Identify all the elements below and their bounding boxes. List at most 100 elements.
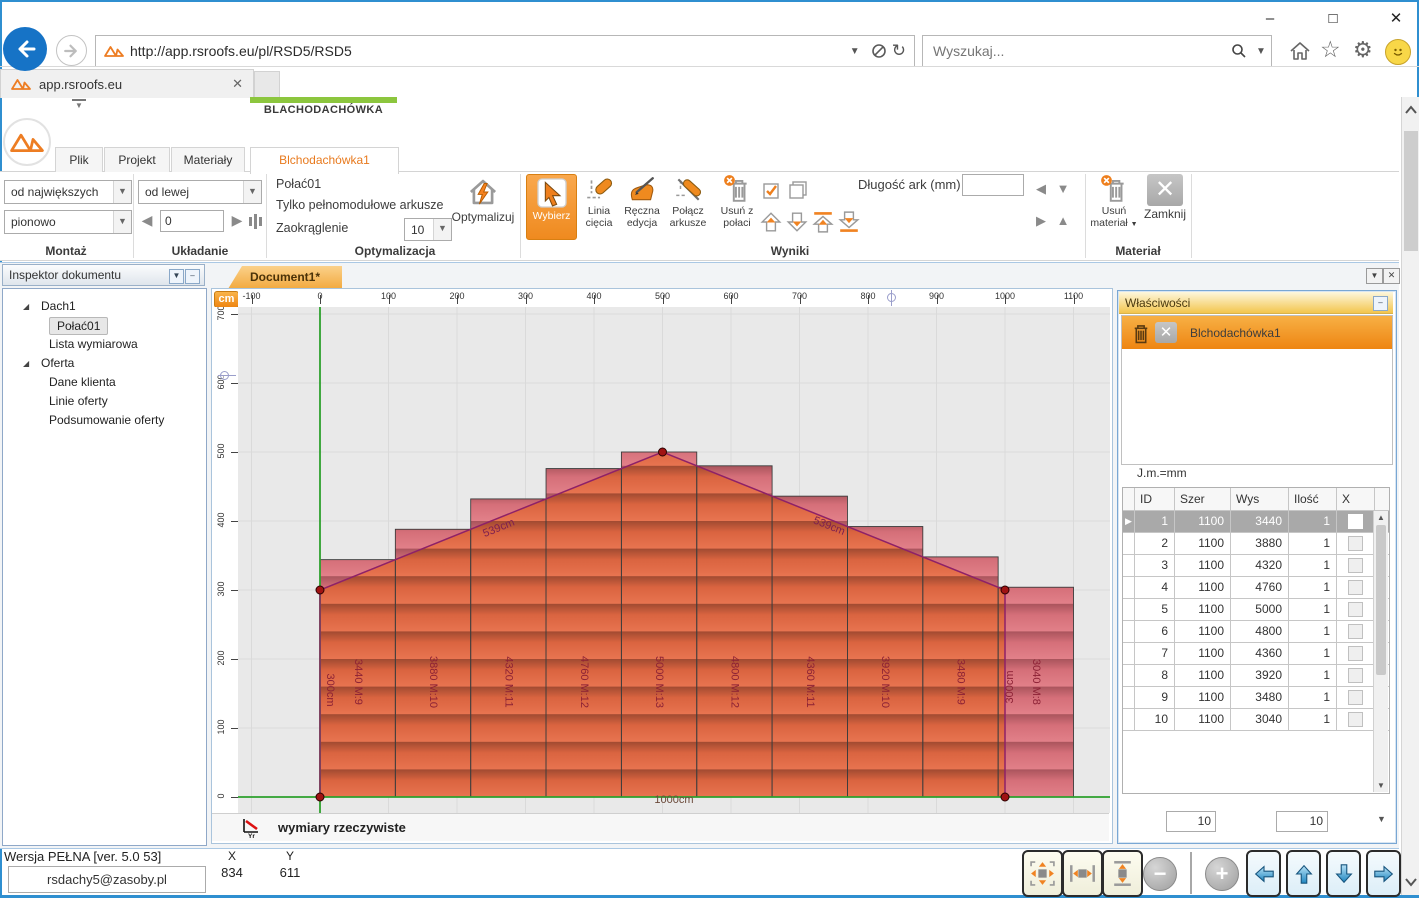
expander-icon[interactable]: ◢	[23, 354, 29, 373]
nudge-down-icon[interactable]: ▼	[1054, 180, 1072, 198]
tree-item-label[interactable]: Podsumowanie oferty	[49, 411, 164, 430]
table-row[interactable]: 3110043201	[1123, 555, 1389, 577]
window-maximize-icon[interactable]: □	[1318, 8, 1348, 30]
row-checkbox[interactable]	[1348, 668, 1363, 683]
stop-icon[interactable]	[871, 43, 887, 59]
ribbon-tab-materialy[interactable]: Materiały	[171, 147, 245, 173]
step-right-icon[interactable]: ▶	[228, 211, 246, 229]
table-row[interactable]: 5110050001	[1123, 599, 1389, 621]
cell-x[interactable]	[1337, 665, 1375, 686]
row-checkbox[interactable]	[1348, 514, 1363, 529]
cell-x[interactable]	[1337, 709, 1375, 730]
cell-x[interactable]	[1337, 511, 1375, 532]
footer-input-2[interactable]: 10	[1276, 811, 1328, 832]
pan-right-button[interactable]	[1366, 850, 1401, 897]
close-material-button[interactable]: ✕ Zamknij	[1140, 174, 1190, 240]
move-down-icon[interactable]	[786, 210, 808, 234]
row-checkbox[interactable]	[1348, 580, 1363, 595]
address-dropdown-icon[interactable]: ▼	[844, 46, 866, 57]
address-bar[interactable]: http://app.rsroofs.eu/pl/RSD5/RSD5 ▼ ↻	[95, 35, 915, 67]
sort-order-select[interactable]: od największych▼	[4, 180, 132, 204]
page-scrollbar[interactable]	[1401, 97, 1419, 895]
select-all-checkbox-icon[interactable]	[762, 180, 782, 200]
table-row[interactable]: 4110047601	[1123, 577, 1389, 599]
table-row[interactable]: ▶1110034401	[1123, 511, 1389, 533]
scrollbar-up-icon[interactable]	[1404, 105, 1418, 115]
cell-x[interactable]	[1337, 621, 1375, 642]
favorites-star-icon[interactable]: ☆	[1320, 36, 1341, 63]
tree-item-lista-wymiarowa[interactable]: Lista wymiarowa	[3, 335, 206, 354]
ribbon-tab-blchodachowka[interactable]: Blchodachówka1	[250, 147, 399, 174]
chevron-down-icon[interactable]: ▼	[113, 211, 131, 233]
row-checkbox[interactable]	[1348, 646, 1363, 661]
tree-item-dane-klienta[interactable]: Dane klienta	[3, 373, 206, 392]
roof-vertex-handle[interactable]	[659, 448, 667, 456]
properties-collapse-icon[interactable]: ‒	[1373, 296, 1388, 311]
tree-item-label[interactable]: Połać01	[49, 317, 108, 335]
roof-vertex-handle[interactable]	[316, 793, 324, 801]
browser-tab[interactable]: app.rsroofs.eu ✕	[0, 69, 254, 98]
document-menu-icon[interactable]: ▼	[1366, 268, 1383, 284]
scroll-down-icon[interactable]: ▼	[1374, 781, 1388, 790]
column-header-id[interactable]: ID	[1135, 488, 1175, 510]
cell-x[interactable]	[1337, 599, 1375, 620]
search-input[interactable]	[931, 42, 1231, 60]
remove-material-button[interactable]: Usuń materiał ▼	[1090, 174, 1138, 240]
row-checkbox[interactable]	[1348, 602, 1363, 617]
zoom-fit-height-button[interactable]	[1102, 850, 1143, 897]
column-header-ilość[interactable]: Ilość	[1289, 488, 1337, 510]
window-minimize-icon[interactable]: –	[1255, 8, 1285, 30]
tree-item-label[interactable]: Lista wymiarowa	[49, 335, 138, 354]
tree-item-podsumowanie-oferty[interactable]: Podsumowanie oferty	[3, 411, 206, 430]
tree-item-label[interactable]: Dach1	[41, 297, 76, 316]
cell-x[interactable]	[1337, 577, 1375, 598]
scroll-up-icon[interactable]: ▲	[1374, 513, 1388, 522]
table-row[interactable]: 8110039201	[1123, 665, 1389, 687]
row-checkbox[interactable]	[1348, 624, 1363, 639]
select-tool-button[interactable]: Wybierz	[526, 174, 577, 240]
roof-surface[interactable]	[320, 452, 1005, 797]
account-box[interactable]: rsdachy5@zasoby.pl	[8, 866, 206, 893]
manual-edit-button[interactable]: Ręczna edycja	[621, 174, 663, 240]
cell-x[interactable]	[1337, 643, 1375, 664]
home-icon[interactable]	[1288, 39, 1312, 63]
zoom-in-button[interactable]: +	[1205, 857, 1239, 891]
distribute-bars-icon[interactable]	[248, 212, 264, 230]
chevron-down-icon[interactable]: ▼	[243, 181, 261, 203]
zoom-fit-width-button[interactable]	[1062, 850, 1103, 897]
settings-gear-icon[interactable]: ⚙	[1353, 37, 1373, 63]
footer-input-1[interactable]: 10	[1166, 811, 1216, 832]
optimize-button[interactable]: Optymalizuj	[448, 175, 518, 241]
cell-x[interactable]	[1337, 687, 1375, 708]
search-dropdown-icon[interactable]: ▼	[1251, 46, 1271, 57]
full-modules-label[interactable]: Tylko pełnomodułowe arkusze	[276, 198, 443, 212]
ribbon-tab-projekt[interactable]: Projekt	[104, 147, 170, 173]
roof-vertex-handle[interactable]	[316, 586, 324, 594]
tab-close-icon[interactable]: ✕	[232, 76, 243, 92]
search-icon[interactable]	[1231, 43, 1247, 59]
nudge-left-icon[interactable]: ◀	[1032, 180, 1050, 198]
window-close-icon[interactable]: ✕	[1381, 8, 1411, 30]
row-checkbox[interactable]	[1348, 536, 1363, 551]
app-logo[interactable]	[3, 118, 51, 166]
close-icon[interactable]: ✕	[1155, 322, 1177, 343]
row-checkbox[interactable]	[1348, 690, 1363, 705]
inspector-collapse-icon[interactable]: ‒	[185, 269, 200, 284]
column-header-szer[interactable]: Szer	[1175, 488, 1231, 510]
panel-scroll-down-icon[interactable]: ▼	[1377, 814, 1386, 824]
cell-x[interactable]	[1337, 555, 1375, 576]
pan-up-button[interactable]	[1286, 850, 1321, 897]
row-checkbox[interactable]	[1348, 558, 1363, 573]
scrollbar-thumb[interactable]	[1404, 131, 1418, 251]
expander-icon[interactable]: ◢	[23, 297, 29, 316]
column-header-wys[interactable]: Wys	[1231, 488, 1289, 510]
step-left-icon[interactable]: ◀	[138, 211, 156, 229]
inspector-dropdown-icon[interactable]: ▼	[169, 269, 184, 284]
feedback-smiley-icon[interactable]	[1385, 39, 1411, 65]
zoom-out-button[interactable]: −	[1143, 857, 1177, 891]
chevron-down-icon[interactable]: ▼	[113, 181, 131, 203]
search-box[interactable]: ▼	[922, 35, 1272, 67]
tree-item-label[interactable]: Dane klienta	[49, 373, 116, 392]
nudge-right-icon[interactable]: ▶	[1032, 212, 1050, 230]
rounding-select[interactable]: 10▼	[404, 218, 452, 241]
